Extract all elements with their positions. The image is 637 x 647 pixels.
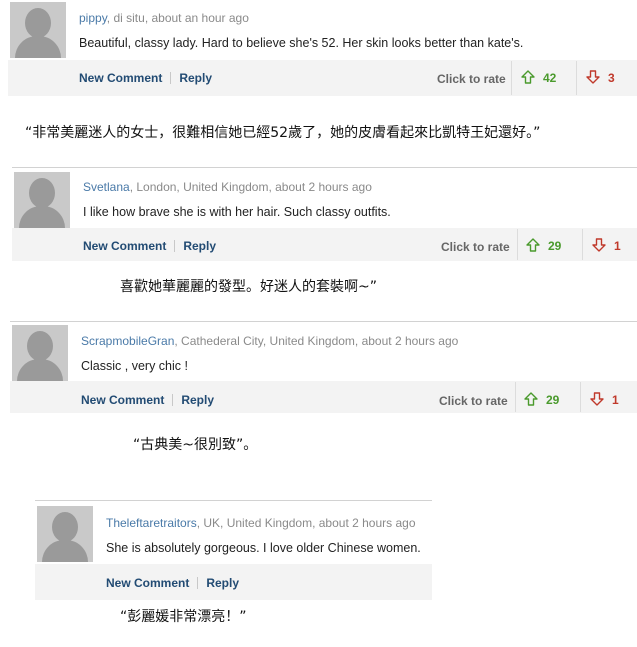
arrow-up-outline-icon [521,70,535,84]
comment-text: I like how brave she is with her hair. S… [83,205,391,219]
divider [511,61,512,95]
comment-username[interactable]: ScrapmobileGran [81,334,174,348]
divider [515,382,516,412]
comment-actions: New Comment Reply [106,576,239,590]
default-avatar-icon [12,325,68,381]
divider [10,321,637,322]
divider [517,229,518,260]
vote-down-count: 1 [612,393,619,407]
vote-down-button[interactable]: 3 [586,70,615,85]
new-comment-link[interactable]: New Comment [106,576,189,590]
divider [35,500,432,501]
vote-down-button[interactable]: 1 [590,392,619,407]
vote-up-button[interactable]: 42 [521,70,556,85]
comment-username[interactable]: Theleftaretraitors [106,516,197,530]
reply-link[interactable]: Reply [183,239,216,253]
comment-location-time: , London, United Kingdom, about 2 hours … [129,180,372,194]
default-avatar-icon [10,2,66,58]
comment-location-time: , Cathederal City, United Kingdom, about… [174,334,459,348]
divider [12,167,637,168]
arrow-up-outline-icon [524,392,538,406]
arrow-up-outline-icon [526,238,540,252]
arrow-down-outline-icon [592,238,606,252]
vote-up-count: 29 [546,393,560,407]
new-comment-link[interactable]: New Comment [81,393,164,407]
click-to-rate-label: Click to rate [441,240,510,254]
comment-text: She is absolutely gorgeous. I love older… [106,541,421,555]
vote-up-button[interactable]: 29 [524,392,559,407]
divider [172,394,174,406]
comment-card: pippy, di situ, about an hour ago Beauti… [8,0,637,96]
reply-link[interactable]: Reply [181,393,214,407]
vote-up-count: 29 [548,239,562,253]
translation-text: 喜歡她華麗麗的發型。好迷人的套裝啊~” [120,279,377,295]
comment-actions: New Comment Reply [81,393,214,407]
new-comment-link[interactable]: New Comment [79,71,162,85]
comment-meta: pippy, di situ, about an hour ago [79,11,249,25]
comment-card: ScrapmobileGran, Cathederal City, United… [10,321,637,413]
translation-text: “非常美麗迷人的女士，很難相信她已經52歲了，她的皮膚看起來比凱特王妃還好。” [25,125,541,141]
default-avatar-icon [14,172,70,228]
divider [174,240,176,252]
divider [197,577,199,589]
comment-card: Svetlana, London, United Kingdom, about … [12,167,637,261]
new-comment-link[interactable]: New Comment [83,239,166,253]
reply-link[interactable]: Reply [179,71,212,85]
vote-up-button[interactable]: 29 [526,238,561,253]
vote-down-count: 1 [614,239,621,253]
click-to-rate-label: Click to rate [439,394,508,408]
comment-text: Classic , very chic ! [81,359,188,373]
comment-username[interactable]: Svetlana [83,180,130,194]
divider [582,229,583,260]
comment-location-time: , di situ, about an hour ago [106,11,249,25]
comment-meta: ScrapmobileGran, Cathederal City, United… [81,334,458,348]
arrow-down-outline-icon [586,70,600,84]
divider [576,61,577,95]
comment-card: Theleftaretraitors, UK, United Kingdom, … [35,500,432,600]
click-to-rate-label: Click to rate [437,72,506,86]
comment-meta: Svetlana, London, United Kingdom, about … [83,180,372,194]
comment-location-time: , UK, United Kingdom, about 2 hours ago [196,516,416,530]
divider [580,382,581,412]
divider [170,72,172,84]
reply-link[interactable]: Reply [206,576,239,590]
comment-meta: Theleftaretraitors, UK, United Kingdom, … [106,516,416,530]
comment-text: Beautiful, classy lady. Hard to believe … [79,36,524,50]
comment-actions: New Comment Reply [79,71,212,85]
arrow-down-outline-icon [590,392,604,406]
translation-text: “古典美~很別致”。 [133,437,258,453]
translation-text: “彭麗媛非常漂亮！” [120,609,247,625]
comment-username[interactable]: pippy [79,11,107,25]
default-avatar-icon [37,506,93,562]
comment-actions: New Comment Reply [83,239,216,253]
vote-down-button[interactable]: 1 [592,238,621,253]
vote-down-count: 3 [608,71,615,85]
vote-up-count: 42 [543,71,557,85]
